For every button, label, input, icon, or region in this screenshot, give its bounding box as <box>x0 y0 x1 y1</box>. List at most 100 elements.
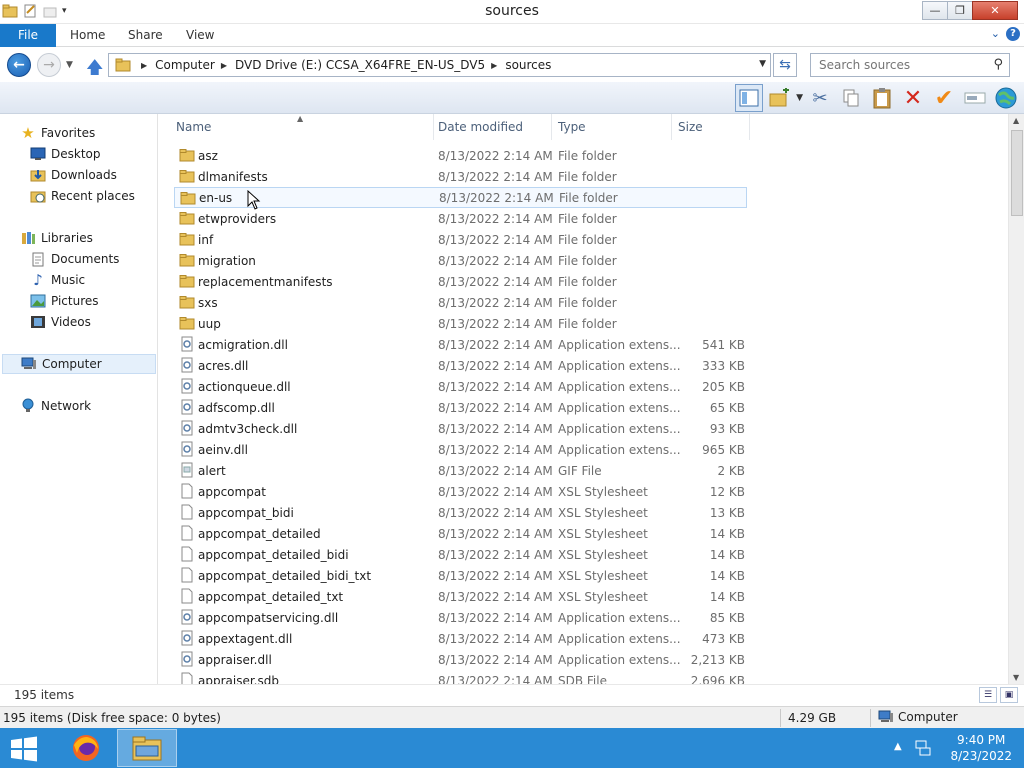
tab-view[interactable]: View <box>186 24 214 47</box>
table-row[interactable]: acmigration.dll 8/13/2022 2:14 AM Applicat… <box>174 334 747 355</box>
minimize-button[interactable]: — <box>922 1 948 20</box>
large-icons-view-icon[interactable]: ▣ <box>1000 687 1018 703</box>
nav-recent-places[interactable]: Recent places <box>30 186 135 206</box>
table-row[interactable]: asz 8/13/2022 2:14 AM File folder <box>174 145 747 166</box>
tab-share[interactable]: Share <box>128 24 163 47</box>
table-row[interactable]: sxs 8/13/2022 2:14 AM File folder <box>174 292 747 313</box>
nav-music[interactable]: ♪ Music <box>30 270 85 290</box>
table-row[interactable]: admtv3check.dll 8/13/2022 2:14 AM Applicat… <box>174 418 747 439</box>
table-row[interactable]: appcompat_detailed_bidi 8/13/2022 2:14 AM… <box>174 544 747 565</box>
breadcrumb-sources[interactable]: sources <box>505 58 551 72</box>
table-row[interactable]: migration 8/13/2022 2:14 AM File folder <box>174 250 747 271</box>
table-row[interactable]: appcompatservicing.dll 8/13/2022 2:14 AM A… <box>174 607 747 628</box>
system-clock[interactable]: 9:40 PM 8/23/2022 <box>950 732 1012 764</box>
help-icon[interactable]: ? <box>1006 27 1020 41</box>
column-header-type[interactable]: Type <box>552 114 672 140</box>
refresh-icon: ⇆ <box>779 57 791 73</box>
table-row[interactable]: appcompat_detailed_bidi_txt 8/13/2022 2:1… <box>174 565 747 586</box>
table-row[interactable]: appcompat 8/13/2022 2:14 AM XSL Stylesheet… <box>174 481 747 502</box>
new-folder-icon[interactable] <box>42 3 58 19</box>
paste-button[interactable] <box>868 84 896 112</box>
network-tray-icon[interactable] <box>914 739 932 757</box>
back-button[interactable]: ← <box>7 53 31 77</box>
delete-button[interactable]: ✕ <box>899 84 927 112</box>
maximize-button[interactable]: ❐ <box>947 1 973 20</box>
cut-button[interactable]: ✂ <box>806 84 834 112</box>
nav-pictures[interactable]: Pictures <box>30 291 99 311</box>
folder-icon <box>179 317 195 330</box>
table-row[interactable]: acres.dll 8/13/2022 2:14 AM Application ex… <box>174 355 747 376</box>
table-row[interactable]: uup 8/13/2022 2:14 AM File folder <box>174 313 747 334</box>
file-type: Application extens... <box>558 610 681 625</box>
recent-locations-chevron-icon[interactable]: ▼ <box>66 60 73 70</box>
dll-file-icon <box>181 336 193 352</box>
table-row[interactable]: appcompat_detailed 8/13/2022 2:14 AM XSL S… <box>174 523 747 544</box>
copy-icon <box>843 89 859 107</box>
forward-button[interactable]: → <box>37 53 61 77</box>
chevron-down-icon[interactable]: ⌄ <box>991 27 1000 41</box>
nav-network[interactable]: Network <box>20 396 91 416</box>
breadcrumb-chevron-icon[interactable]: ▶ <box>141 61 147 70</box>
preview-pane-button[interactable] <box>735 84 764 112</box>
search-icon[interactable]: ⚲ <box>993 57 1003 72</box>
search-input[interactable] <box>811 54 981 76</box>
show-hidden-icons-icon[interactable]: ▲ <box>894 741 902 752</box>
file-date-modified: 8/13/2022 2:14 AM <box>438 442 553 457</box>
table-row[interactable]: appcompat_bidi 8/13/2022 2:14 AM XSL Style… <box>174 502 747 523</box>
table-row[interactable]: appextagent.dll 8/13/2022 2:14 AM Applicat… <box>174 628 747 649</box>
table-row[interactable]: alert 8/13/2022 2:14 AM GIF File 2 KB <box>174 460 747 481</box>
new-folder-button[interactable] <box>766 84 794 112</box>
column-header-date-modified[interactable]: Date modified <box>432 114 552 140</box>
file-date-modified: 8/13/2022 2:14 AM <box>438 484 553 499</box>
breadcrumb-dvd-drive[interactable]: DVD Drive (E:) CCSA_X64FRE_EN-US_DV5 <box>235 58 485 72</box>
breadcrumb-computer[interactable]: Computer <box>155 58 215 72</box>
table-row[interactable]: replacementmanifests 8/13/2022 2:14 AM Fil… <box>174 271 747 292</box>
close-button[interactable]: ✕ <box>972 1 1018 20</box>
nav-documents[interactable]: Documents <box>30 249 119 269</box>
table-row[interactable]: adfscomp.dll 8/13/2022 2:14 AM Application… <box>174 397 747 418</box>
scroll-up-icon[interactable]: ▲ <box>1013 116 1019 125</box>
address-dropdown-chevron-icon[interactable]: ▼ <box>759 59 766 69</box>
file-type: XSL Stylesheet <box>558 547 648 562</box>
nav-videos[interactable]: Videos <box>30 312 91 332</box>
taskbar-file-explorer-button[interactable] <box>117 729 177 767</box>
table-row[interactable]: etwproviders 8/13/2022 2:14 AM File folder <box>174 208 747 229</box>
rename-button[interactable] <box>961 84 989 112</box>
column-header-size[interactable]: Size <box>672 114 750 140</box>
file-name: admtv3check.dll <box>198 421 298 436</box>
tab-file[interactable]: File <box>0 24 56 47</box>
globe-button[interactable] <box>992 84 1020 112</box>
table-row[interactable]: inf 8/13/2022 2:14 AM File folder <box>174 229 747 250</box>
checkmark-button[interactable]: ✔ <box>930 84 958 112</box>
chevron-down-icon[interactable]: ▼ <box>796 93 803 103</box>
nav-desktop[interactable]: Desktop <box>30 144 101 164</box>
search-box[interactable]: ⚲ <box>810 53 1010 77</box>
table-row[interactable]: actionqueue.dll 8/13/2022 2:14 AM Applicat… <box>174 376 747 397</box>
scrollbar-thumb[interactable] <box>1011 130 1023 216</box>
scroll-down-icon[interactable]: ▼ <box>1013 673 1019 682</box>
up-button[interactable]: 🡅 <box>86 55 103 84</box>
folder-icon[interactable] <box>2 3 18 19</box>
table-row[interactable]: appraiser.sdb 8/13/2022 2:14 AM SDB File 2,… <box>174 670 747 684</box>
taskbar-firefox-button[interactable] <box>56 729 116 767</box>
nav-favorites[interactable]: ★ Favorites <box>20 123 95 143</box>
copy-button[interactable] <box>837 84 865 112</box>
tab-home[interactable]: Home <box>70 24 105 47</box>
address-bar[interactable]: ▶ Computer ▶ DVD Drive (E:) CCSA_X64FRE_… <box>108 53 771 77</box>
nav-computer[interactable]: Computer <box>2 354 156 374</box>
refresh-button[interactable]: ⇆ <box>773 53 797 77</box>
table-row[interactable]: aeinv.dll 8/13/2022 2:14 AM Application ex… <box>174 439 747 460</box>
windows-start-icon[interactable] <box>10 736 38 762</box>
breadcrumb-chevron-icon[interactable]: ▶ <box>221 61 227 70</box>
table-row[interactable]: dlmanifests 8/13/2022 2:14 AM File folder <box>174 166 747 187</box>
details-view-icon[interactable]: ☰ <box>979 687 997 703</box>
nav-downloads[interactable]: Downloads <box>30 165 117 185</box>
table-row[interactable]: appcompat_detailed_txt 8/13/2022 2:14 AM X… <box>174 586 747 607</box>
properties-icon[interactable] <box>22 3 38 19</box>
computer-icon <box>878 710 893 722</box>
customize-qat-chevron-icon[interactable]: ▾ <box>62 6 67 16</box>
vertical-scrollbar[interactable]: ▲ ▼ <box>1008 114 1024 684</box>
nav-libraries[interactable]: Libraries <box>20 228 93 248</box>
table-row[interactable]: appraiser.dll 8/13/2022 2:14 AM Applicatio… <box>174 649 747 670</box>
breadcrumb-chevron-icon[interactable]: ▶ <box>491 61 497 70</box>
